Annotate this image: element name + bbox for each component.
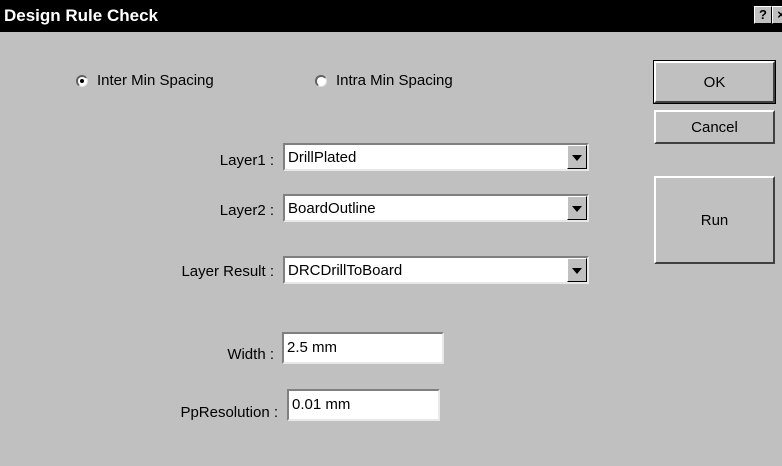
title-bar: Design Rule Check ? × xyxy=(0,0,782,32)
layer1-value: DrillPlated xyxy=(288,149,357,166)
layer2-select[interactable]: BoardOutline xyxy=(283,194,589,222)
radio-intra-min-spacing[interactable]: Intra Min Spacing xyxy=(315,72,453,89)
radio-inter-label: Inter Min Spacing xyxy=(97,72,214,89)
cancel-button[interactable]: Cancel xyxy=(654,110,775,144)
radio-intra-label: Intra Min Spacing xyxy=(336,72,453,89)
radio-inter-min-spacing[interactable]: Inter Min Spacing xyxy=(76,72,214,89)
pp-resolution-value: 0.01 mm xyxy=(292,396,351,413)
width-label: Width : xyxy=(227,346,274,363)
pp-resolution-input[interactable]: 0.01 mm xyxy=(287,389,440,421)
width-value: 2.5 mm xyxy=(287,339,338,356)
radio-unchecked-icon xyxy=(315,74,327,87)
dialog-title: Design Rule Check xyxy=(4,6,158,25)
width-input[interactable]: 2.5 mm xyxy=(282,332,444,364)
help-button[interactable]: ? xyxy=(754,6,772,24)
layer1-label: Layer1 : xyxy=(219,152,274,169)
pp-resolution-label: PpResolution : xyxy=(180,404,278,421)
layer-result-label: Layer Result : xyxy=(181,263,274,280)
chevron-down-icon[interactable] xyxy=(567,196,587,220)
radio-checked-icon xyxy=(76,74,88,87)
run-button[interactable]: Run xyxy=(654,176,775,264)
layer-result-value: DRCDrillToBoard xyxy=(288,262,403,279)
layer-result-select[interactable]: DRCDrillToBoard xyxy=(283,256,589,284)
layer2-value: BoardOutline xyxy=(288,200,376,217)
close-button[interactable]: × xyxy=(772,6,782,24)
chevron-down-icon[interactable] xyxy=(567,258,587,282)
chevron-down-icon[interactable] xyxy=(567,145,587,169)
layer2-label: Layer2 : xyxy=(219,202,274,219)
layer1-select[interactable]: DrillPlated xyxy=(283,143,589,171)
design-rule-check-dialog: Design Rule Check ? × Inter Min Spacing … xyxy=(0,0,782,466)
ok-button[interactable]: OK xyxy=(653,60,776,104)
